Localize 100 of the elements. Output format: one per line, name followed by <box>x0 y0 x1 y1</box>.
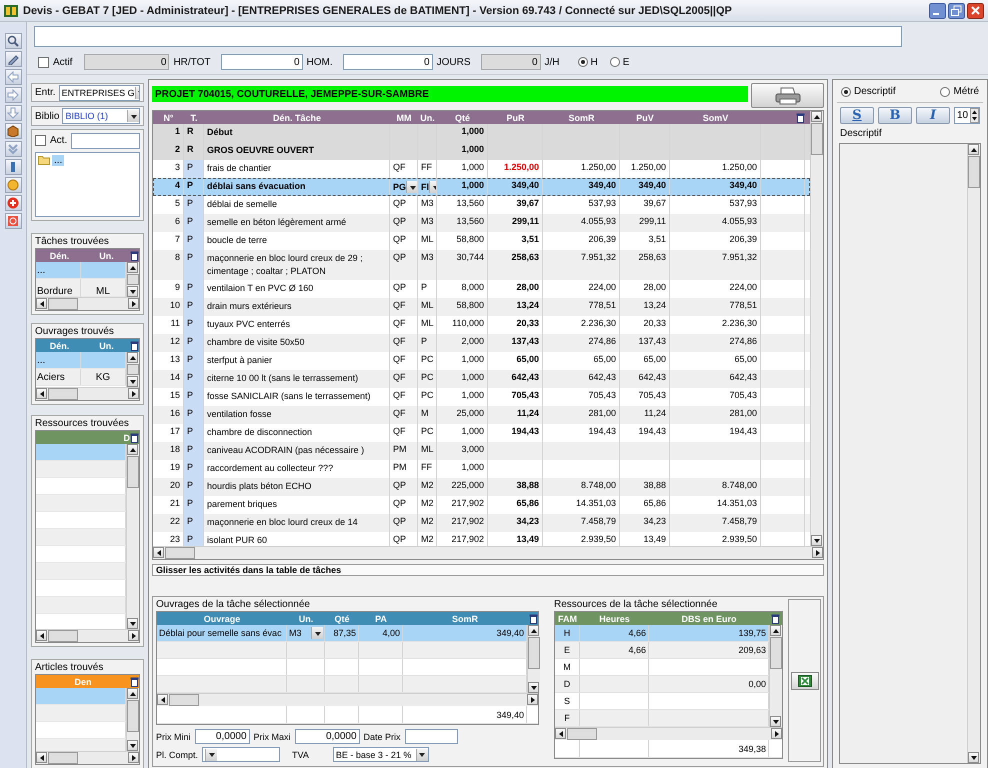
checkbox[interactable] <box>35 135 46 146</box>
table-row[interactable]: 18 P caniveau ACODRAIN (pas nécessaire ) PM ML 3,000 <box>153 442 810 460</box>
horizontal-scrollbar[interactable] <box>157 693 538 706</box>
column-header[interactable]: Ouvrage <box>157 614 287 624</box>
column-header[interactable]: Un. <box>418 111 437 124</box>
horizontal-scrollbar[interactable] <box>555 727 782 740</box>
toolbar-button[interactable] <box>4 33 22 49</box>
format-button[interactable]: S <box>840 107 874 124</box>
tree-item[interactable]: ... <box>52 154 64 166</box>
date-field[interactable] <box>404 729 458 744</box>
table-row[interactable]: H 4,66 139,75 <box>555 625 769 642</box>
format-button[interactable]: B <box>878 107 912 124</box>
table-cell: 4,66 <box>580 642 649 658</box>
table-row[interactable]: 6 P semelle en béton légèrement armé QP M3 13,560 299,11 4.055,93 299,11 4.055,93 <box>153 214 810 232</box>
column-header[interactable]: Dén. Tâche <box>204 111 390 124</box>
vertical-scrollbar[interactable] <box>769 625 782 727</box>
horizontal-scrollbar[interactable] <box>36 387 139 400</box>
number-field[interactable]: 0 <box>220 54 302 70</box>
table-cell: Aciers <box>36 369 81 386</box>
table-row[interactable]: 1 R Début 1,000 <box>153 124 810 142</box>
price-field[interactable]: 0,0000 <box>294 729 360 744</box>
hint-bar: Glisser les activités dans la table de tâches <box>152 564 824 576</box>
table-row[interactable]: 20 P hourdis plats béton ECHO QP M2 225,000 38,88 8.748,00 38,88 8.748,00 <box>153 478 810 496</box>
horizontal-scrollbar[interactable] <box>36 297 139 310</box>
column-header[interactable]: Un. <box>287 614 325 624</box>
print-button[interactable] <box>751 83 824 108</box>
column-header[interactable]: T. <box>184 111 204 124</box>
project-title: PROJET 704015, COUTURELLE, JEMEPPE-SUR-SAMBRE <box>152 86 748 102</box>
vertical-scrollbar[interactable] <box>126 352 139 388</box>
column-header[interactable]: Dén. <box>36 340 83 351</box>
toolbar-button[interactable] <box>4 159 22 175</box>
pencil-icon <box>7 53 19 65</box>
format-button[interactable]: I <box>916 107 950 124</box>
field-label: Date Prix <box>364 732 401 742</box>
toolbar-button[interactable] <box>4 177 22 193</box>
price-field[interactable]: 0,0000 <box>194 729 250 744</box>
column-header[interactable]: PA <box>359 614 403 624</box>
column-header[interactable]: PuV <box>620 111 670 124</box>
table-cell: P <box>184 316 204 334</box>
radio-button[interactable] <box>610 57 620 67</box>
table-row[interactable]: F <box>555 710 769 727</box>
group-title: Tâches trouvées <box>35 236 110 248</box>
font-size-spinner[interactable]: 10 <box>954 107 980 124</box>
toolbar-button[interactable] <box>4 51 22 67</box>
column-header[interactable]: MM <box>390 111 418 124</box>
bin-icon <box>771 614 780 624</box>
column-header[interactable]: Dén. <box>36 250 83 261</box>
table-row[interactable]: 8 P maçonnerie en bloc lourd creux de 29 ; cimentage ; coaltar ; PLATON QP M3 30,744 258,63 7.951,32 258,63 7.951,32 <box>153 250 810 280</box>
toolbar-button[interactable] <box>4 213 22 229</box>
arrow-right-icon <box>7 89 19 101</box>
column-header[interactable]: PuR <box>488 111 543 124</box>
toolbar-button[interactable] <box>4 195 22 211</box>
grid-row[interactable]: Bordure ML <box>36 279 126 298</box>
vertical-scrollbar[interactable] <box>126 444 139 630</box>
vat-dropdown[interactable]: BE - base 3 - 21 % <box>332 747 429 762</box>
grid-row[interactable]: ... <box>36 262 126 280</box>
grid-row[interactable]: Aciers KG <box>36 369 126 386</box>
vertical-scrollbar[interactable] <box>967 144 980 763</box>
table-row[interactable]: 22 P maçonnerie en bloc lourd creux de 14 QP M2 217,902 34,23 7.458,79 34,23 7.458,79 <box>153 514 810 532</box>
table-row[interactable]: 4 P déblai sans évacuation PG Fl 1,000 349,40 349,40 349,40 349,40 <box>153 178 810 196</box>
dropdown-field[interactable]: M3 <box>287 625 325 641</box>
table-row[interactable]: 14 P citerne 10 00 lt (sans le terrassement) QF PC 1,000 642,43 642,43 642,43 642,43 <box>153 370 810 388</box>
column-header[interactable]: Un. <box>83 250 130 261</box>
horizontal-scrollbar[interactable] <box>36 751 139 764</box>
horizontal-scrollbar[interactable] <box>153 546 823 559</box>
column-header[interactable]: SomV <box>670 111 761 124</box>
spin-arrows-icon <box>970 108 979 123</box>
text-field[interactable] <box>34 26 902 46</box>
vertical-scrollbar[interactable] <box>126 688 139 752</box>
column-header[interactable]: Un. <box>83 340 130 351</box>
horizontal-scrollbar[interactable] <box>36 629 139 642</box>
text-field[interactable] <box>71 132 140 149</box>
table-row[interactable]: 12 P chambre de visite 50x50 QF P 2,000 137,43 274,86 137,43 274,86 <box>153 334 810 352</box>
column-header[interactable]: N° <box>153 111 184 124</box>
export-button[interactable] <box>790 672 818 690</box>
number-field[interactable]: 0 <box>342 54 433 70</box>
column-header[interactable]: SomR <box>403 614 527 624</box>
toolbar-button[interactable] <box>4 123 22 139</box>
description-field[interactable] <box>839 143 981 764</box>
table-row[interactable]: E 4,66 209,63 <box>555 642 769 659</box>
table-row[interactable]: 16 P ventilation fosse QF M 25,000 11,24 281,00 11,24 281,00 <box>153 406 810 424</box>
column-header[interactable]: Qté <box>325 614 359 624</box>
account-dropdown[interactable] <box>202 747 280 762</box>
table-row[interactable]: D 0,00 <box>555 676 769 693</box>
radio-button[interactable] <box>841 86 851 96</box>
arrow-down-icon <box>7 107 19 119</box>
radio-button[interactable] <box>578 57 588 67</box>
vertical-scrollbar[interactable] <box>527 625 540 693</box>
vertical-scrollbar[interactable] <box>810 111 823 546</box>
checkbox[interactable] <box>38 56 49 68</box>
radio-button[interactable] <box>940 86 950 96</box>
table-row[interactable]: Déblai pour semelle sans évac M3 87,35 4,00 349,40 <box>157 625 527 642</box>
grid-row[interactable]: ... <box>36 352 126 370</box>
column-header[interactable]: SomR <box>543 111 620 124</box>
table-row[interactable]: 2 R GROS OEUVRE OUVERT 1,000 <box>153 142 810 160</box>
column-header[interactable]: Qté <box>437 111 488 124</box>
field-label: TVA <box>292 750 309 760</box>
table-row[interactable]: 10 P drain murs extérieurs QF ML 58,800 13,24 778,51 13,24 778,51 <box>153 298 810 316</box>
library-dropdown[interactable]: BIBLIO (1) <box>62 108 140 124</box>
vertical-scrollbar[interactable] <box>126 262 139 298</box>
